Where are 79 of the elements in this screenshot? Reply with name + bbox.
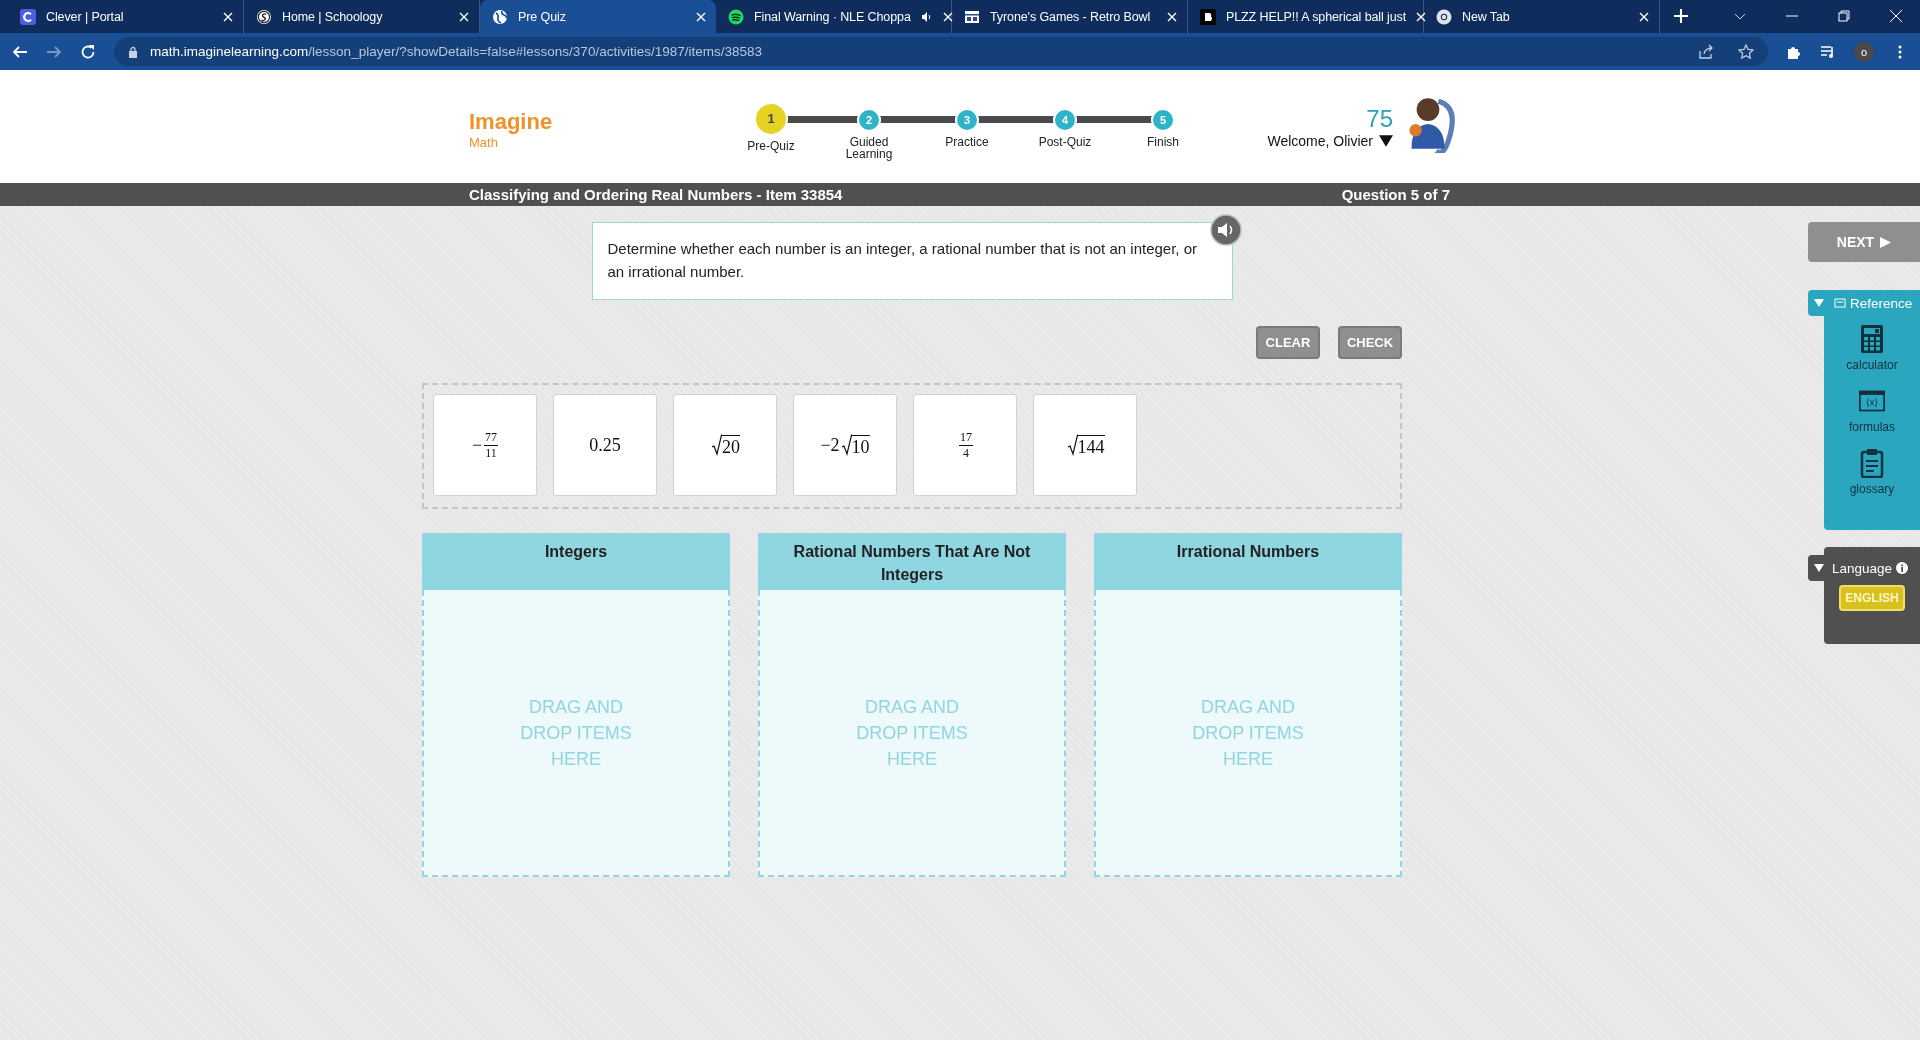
- tab-favicon-icon: [728, 8, 744, 25]
- dropdown-icon[interactable]: [1379, 134, 1393, 147]
- bin-title: Integers: [544, 542, 608, 562]
- step-label: Guided Learning: [844, 135, 894, 160]
- tab-title: New Tab: [1462, 9, 1511, 24]
- drop-hint: DRAG AND DROP ITEMS HERE: [519, 695, 633, 771]
- tab-title: Final Warning · NLE Choppa: [754, 9, 911, 24]
- tab-title: Tyrone's Games - Retro Bowl: [990, 9, 1152, 24]
- logo-subtitle: Math: [469, 135, 499, 150]
- tool-label: calculator: [1846, 358, 1898, 372]
- tab-title: Clever | Portal: [46, 9, 125, 24]
- close-icon[interactable]: [459, 11, 469, 22]
- step-number: 4: [1053, 107, 1077, 132]
- score: 75: [1366, 104, 1393, 133]
- formula-card-icon: [1834, 298, 1846, 308]
- number-tile[interactable]: 17 4: [913, 394, 1017, 496]
- logo-title: Imagine: [469, 109, 554, 135]
- globe-icon: [492, 8, 508, 25]
- tab-title: Pre Quiz: [518, 9, 567, 24]
- back-icon[interactable]: [12, 43, 28, 60]
- chrome-icon: [1436, 8, 1452, 25]
- step-label: Pre-Quiz: [747, 139, 795, 152]
- tool-label: glossary: [1849, 482, 1895, 496]
- close-icon[interactable]: [1416, 11, 1427, 22]
- info-icon[interactable]: [1896, 562, 1909, 574]
- number-tile[interactable]: −2 10: [793, 394, 897, 496]
- close-icon[interactable]: [942, 11, 953, 22]
- number-tile[interactable]: 144: [1033, 394, 1137, 496]
- drop-hint: DRAG AND DROP ITEMS HERE: [1191, 695, 1305, 771]
- step-number: 1: [754, 101, 788, 136]
- close-icon[interactable]: [223, 11, 233, 22]
- language-title: Language: [1832, 560, 1893, 576]
- star-icon[interactable]: [1738, 43, 1754, 60]
- share-icon[interactable]: [1698, 43, 1714, 60]
- number-tile[interactable]: 0.25: [553, 394, 657, 496]
- step-label: Post-Quiz: [1038, 135, 1092, 148]
- step-label: Practice: [945, 135, 989, 148]
- restore-icon[interactable]: [1838, 10, 1850, 22]
- calculator-icon[interactable]: [1859, 324, 1885, 354]
- drop-hint: DRAG AND DROP ITEMS HERE: [855, 695, 969, 771]
- speaker-icon[interactable]: [920, 10, 933, 23]
- welcome-text: Welcome, Olivier: [1267, 132, 1373, 149]
- close-icon[interactable]: [1639, 11, 1649, 22]
- clipboard-icon[interactable]: [1859, 448, 1885, 478]
- tab-favicon-icon: [1200, 8, 1216, 25]
- reference-title: Reference: [1850, 295, 1913, 311]
- step-number: 5: [1151, 107, 1175, 132]
- question-counter: Question 5 of 7: [1341, 186, 1450, 203]
- lock-icon: [128, 45, 138, 58]
- tab-title: Home | Schoology: [282, 9, 384, 24]
- forward-icon[interactable]: [46, 43, 62, 60]
- radical-sign-icon: [1067, 434, 1078, 456]
- close-icon[interactable]: [696, 11, 706, 22]
- step-number: 3: [955, 107, 979, 132]
- tab-favicon-icon: [964, 8, 980, 25]
- bin-title: Irrational Numbers: [1176, 542, 1320, 562]
- new-tab-icon[interactable]: [1674, 9, 1688, 23]
- radical-sign-icon: [712, 434, 722, 456]
- speaker-button[interactable]: [1209, 214, 1242, 246]
- reload-icon[interactable]: [80, 43, 96, 60]
- browser-tab[interactable]: Pre Quiz: [480, 0, 716, 33]
- close-icon[interactable]: [1167, 11, 1177, 22]
- step-number: 2: [857, 107, 881, 132]
- step-label: Finish: [1147, 135, 1179, 148]
- collapse-icon: [1814, 564, 1824, 572]
- number-tile[interactable]: 20: [673, 394, 777, 496]
- lesson-title: Classifying and Ordering Real Numbers - Item 33854: [469, 186, 843, 203]
- triangle-icon: [1880, 236, 1892, 248]
- tab-title: PLZZ HELP!! A spherical ball just: [1226, 9, 1407, 24]
- tool-label: formulas: [1849, 420, 1895, 434]
- tab-favicon-icon: [256, 8, 272, 25]
- question-text: Determine whether each number is an integer, a rational number that is not an integer, or an irrational number.: [607, 239, 1198, 282]
- bin-title: Rational Numbers That Are Not Integers: [792, 542, 1032, 585]
- playlist-icon[interactable]: [1820, 43, 1836, 60]
- close-icon[interactable]: [1890, 10, 1902, 22]
- tab-favicon-icon: [20, 8, 36, 25]
- radical-sign-icon: [841, 434, 852, 456]
- collapse-icon: [1814, 299, 1824, 307]
- profile-avatar[interactable]: o: [1854, 41, 1874, 62]
